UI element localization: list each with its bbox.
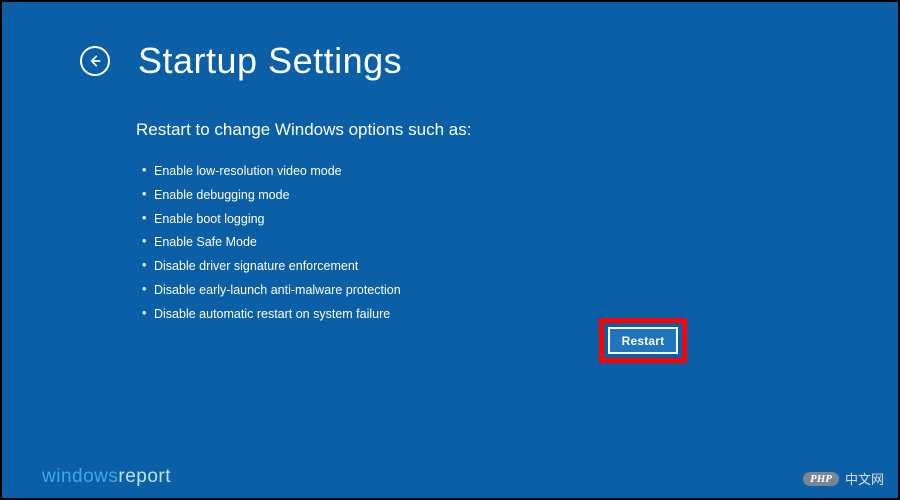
watermark-right-text: 中文网: [845, 469, 884, 488]
content-area: Restart to change Windows options such a…: [136, 120, 838, 328]
list-item: Enable Safe Mode: [142, 233, 838, 252]
back-button[interactable]: [80, 46, 110, 76]
restart-highlight-box: Restart: [599, 318, 687, 363]
subtitle-text: Restart to change Windows options such a…: [136, 120, 838, 140]
watermark-phpcn: PHP 中文网: [803, 469, 884, 488]
restart-button[interactable]: Restart: [608, 327, 678, 354]
list-item: Disable automatic restart on system fail…: [142, 305, 838, 324]
options-list: Enable low-resolution video mode Enable …: [136, 162, 838, 323]
php-badge-icon: PHP: [803, 472, 839, 486]
list-item: Disable early-launch anti-malware protec…: [142, 281, 838, 300]
list-item: Enable debugging mode: [142, 186, 838, 205]
back-arrow-icon: [87, 53, 103, 69]
watermark-part-a: windows: [42, 466, 118, 487]
list-item: Disable driver signature enforcement: [142, 257, 838, 276]
list-item: Enable boot logging: [142, 210, 838, 229]
watermark-part-b: report: [118, 466, 171, 487]
page-title: Startup Settings: [138, 40, 402, 82]
page-header: Startup Settings: [80, 40, 402, 82]
list-item: Enable low-resolution video mode: [142, 162, 838, 181]
watermark-windowsreport: windowsreport: [42, 466, 171, 488]
